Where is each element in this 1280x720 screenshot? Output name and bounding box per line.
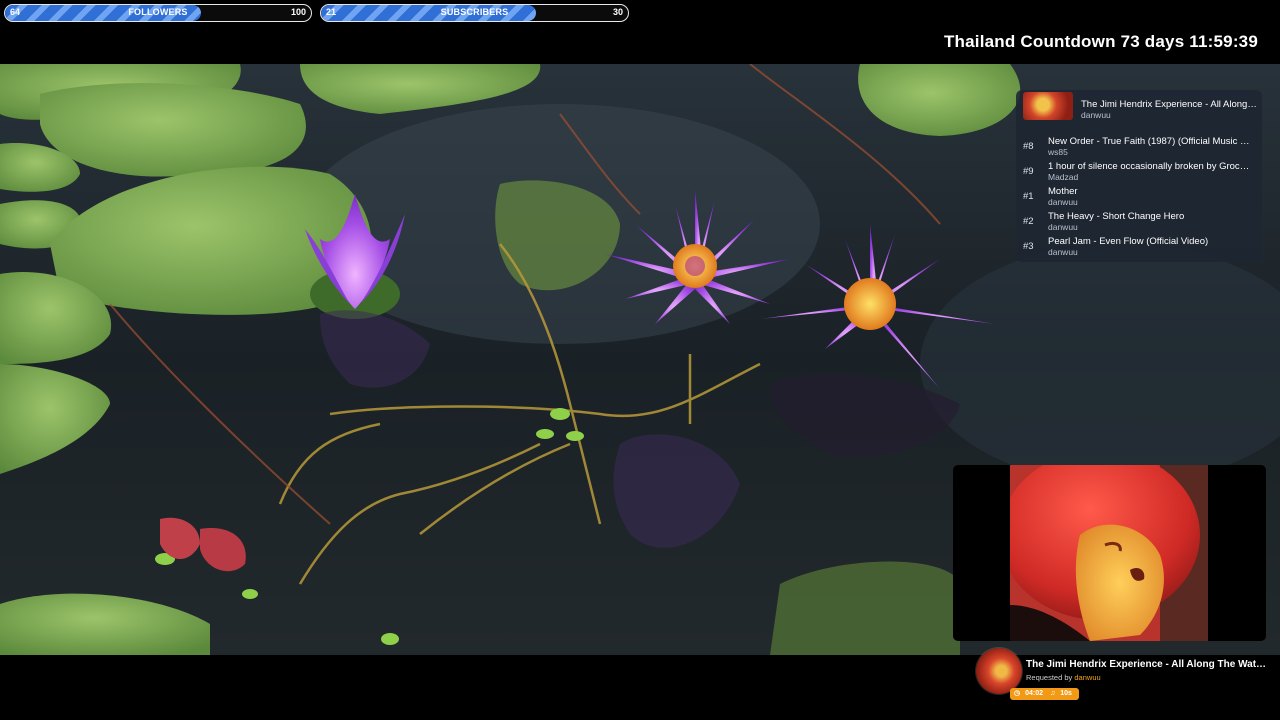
requested-by-label: Requested by (1026, 673, 1073, 682)
queue-item-user: danwuu (1048, 197, 1078, 207)
now-playing-requested: Requested by danwuu (1026, 673, 1101, 682)
votes-text: 10s (1060, 690, 1072, 697)
duration-text: 04:02 (1025, 690, 1044, 697)
queue-item-title: New Order - True Faith (1987) (Official … (1048, 136, 1254, 147)
queue-item: #9 1 hour of silence occasionally broken… (1016, 160, 1262, 185)
queue-item-user: Madzad (1048, 172, 1079, 182)
queue-item: #3 Pearl Jam - Even Flow (Official Video… (1016, 235, 1262, 260)
queue-item-title: The Heavy - Short Change Hero (1048, 211, 1185, 222)
queue-item: #8 New Order - True Faith (1987) (Offici… (1016, 135, 1262, 160)
queue-current-thumbnail (1023, 92, 1073, 120)
queue-current-song: The Jimi Hendrix Experience - All Along … (1023, 92, 1257, 122)
queue-item-user: danwuu (1048, 222, 1078, 232)
queue-current-user: danwuu (1081, 110, 1111, 120)
subscribers-goal-bar: 21 SUBSCRIBERS 30 (320, 4, 629, 22)
now-playing-info-badge: ◷ 04:02 ♫ 10s (1010, 688, 1079, 700)
song-queue-panel: The Jimi Hendrix Experience - All Along … (1016, 90, 1262, 262)
queue-item-title: 1 hour of silence occasionally broken by… (1048, 161, 1254, 172)
followers-label: FOLLOWERS (128, 7, 188, 17)
queue-current-title: The Jimi Hendrix Experience - All Along … (1081, 99, 1257, 110)
now-playing-title: The Jimi Hendrix Experience - All Along … (1026, 659, 1268, 670)
requested-by-user: danwuu (1074, 673, 1101, 682)
countdown-timer: Thailand Countdown 73 days 11:59:39 (943, 32, 1258, 51)
queue-item-rank: #9 (1023, 166, 1034, 177)
queue-item-user: ws85 (1048, 147, 1068, 157)
queue-item-rank: #3 (1023, 241, 1034, 252)
album-art-image (1010, 465, 1208, 641)
queue-item-title: Mother (1048, 186, 1078, 197)
queue-item-rank: #1 (1023, 191, 1034, 202)
music-video-player[interactable] (953, 465, 1266, 641)
queue-item-rank: #2 (1023, 216, 1034, 227)
music-note-icon: ♫ (1049, 690, 1056, 697)
queue-item-title: Pearl Jam - Even Flow (Official Video) (1048, 236, 1209, 247)
queue-item: #2 The Heavy - Short Change Hero danwuu (1016, 210, 1262, 235)
queue-item-user: danwuu (1048, 247, 1078, 257)
followers-goal-bar: 64 FOLLOWERS 100 (4, 4, 312, 22)
queue-item: #1 Mother danwuu (1016, 185, 1262, 210)
queue-item-rank: #8 (1023, 141, 1034, 152)
clock-icon: ◷ (1014, 690, 1021, 697)
subscribers-label: SUBSCRIBERS (440, 7, 509, 17)
subscribers-target: 30 (612, 7, 623, 17)
followers-target: 100 (290, 7, 306, 17)
